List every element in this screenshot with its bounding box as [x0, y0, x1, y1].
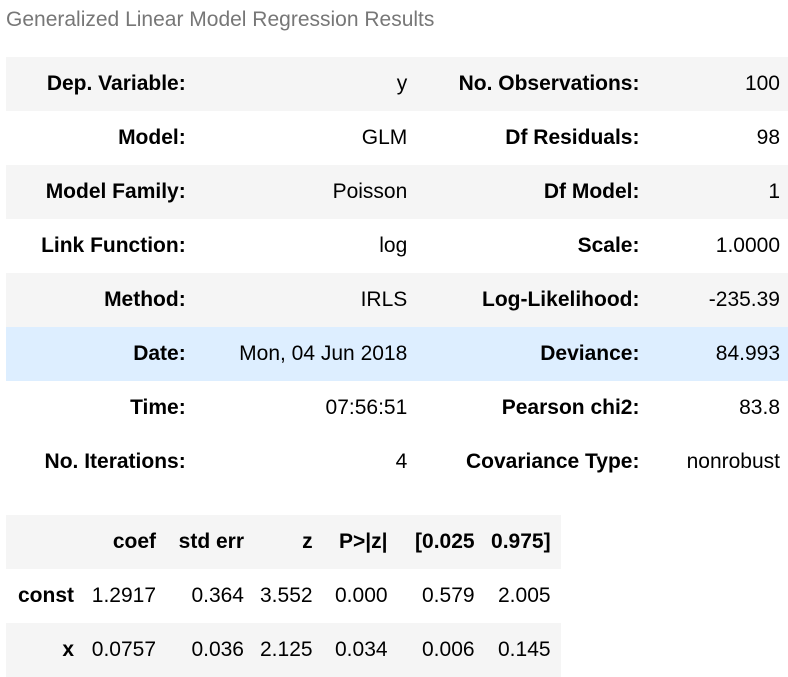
table-row: Model Family: Poisson Df Model: 1 [6, 165, 788, 219]
row-value: nonrobust [686, 450, 780, 473]
row-label: Method: [104, 288, 186, 311]
table-row-highlighted[interactable]: Date: Mon, 04 Jun 2018 Deviance: 84.993 [6, 327, 788, 381]
table-cell: 1.2917 [91, 584, 156, 607]
table-row: Link Function: log Scale: 1.0000 [6, 219, 788, 273]
row-value: IRLS [360, 288, 408, 311]
table-cell: 0.036 [191, 638, 244, 661]
row-label: No. Observations: [458, 72, 640, 95]
row-label: Time: [130, 396, 186, 419]
row-label: Deviance: [540, 342, 640, 365]
column-header: z [302, 530, 313, 553]
row-label: Covariance Type: [465, 450, 640, 473]
table-cell: 0.579 [422, 584, 475, 607]
table-row: Method: IRLS Log-Likelihood: -235.39 [6, 273, 788, 327]
row-label: Df Residuals: [505, 126, 640, 149]
row-label: Log-Likelihood: [482, 288, 640, 311]
row-label: Pearson chi2: [501, 396, 640, 419]
row-label: Date: [133, 342, 186, 365]
row-value: Mon, 04 Jun 2018 [239, 342, 408, 365]
table-header-row: coef std err z P>|z| [0.025 0.975] [6, 515, 561, 569]
row-value: 1.0000 [715, 234, 780, 257]
row-value: 4 [395, 450, 408, 473]
row-value: 100 [744, 72, 780, 95]
row-header: x [62, 638, 74, 661]
row-label: Dep. Variable: [46, 72, 186, 95]
column-header: std err [178, 530, 244, 553]
table-cell: 2.005 [498, 584, 551, 607]
row-header: const [17, 584, 74, 607]
row-value: log [379, 234, 408, 257]
table-row: const 1.2917 0.364 3.552 0.000 0.579 2.0… [6, 569, 561, 623]
table-cell: 3.552 [260, 584, 313, 607]
table-row: x 0.0757 0.036 2.125 0.034 0.006 0.145 [6, 623, 561, 677]
model-summary-table: Dep. Variable: y No. Observations: 100 M… [6, 57, 788, 489]
table-cell: 0.364 [191, 584, 244, 607]
table-cell: 0.034 [335, 638, 388, 661]
row-value: 1 [768, 180, 780, 203]
table-row: Model: GLM Df Residuals: 98 [6, 111, 788, 165]
row-value: 07:56:51 [325, 396, 408, 419]
row-value: -235.39 [708, 288, 780, 311]
table-cell: 0.006 [422, 638, 475, 661]
table-cell: 0.0757 [91, 638, 156, 661]
table-cell: 0.000 [335, 584, 388, 607]
column-header [6, 515, 84, 569]
row-value: 98 [756, 126, 780, 149]
row-value: GLM [361, 126, 408, 149]
row-value: y [396, 72, 408, 95]
column-header: coef [112, 530, 156, 553]
row-label: No. Iterations: [44, 450, 186, 473]
row-label: Scale: [577, 234, 640, 257]
column-header: [0.025 [415, 530, 475, 553]
column-header: P>|z| [339, 530, 388, 553]
row-label: Model Family: [45, 180, 186, 203]
row-value: 84.993 [715, 342, 780, 365]
row-value: Poisson [332, 180, 408, 203]
table-row: No. Iterations: 4 Covariance Type: nonro… [6, 435, 788, 489]
coefficients-table: coef std err z P>|z| [0.025 0.975] const… [6, 515, 561, 677]
table-caption: Generalized Linear Model Regression Resu… [6, 8, 435, 31]
row-label: Df Model: [543, 180, 640, 203]
row-label: Model: [118, 126, 186, 149]
row-label: Link Function: [41, 234, 186, 257]
row-value: 83.8 [739, 396, 780, 419]
table-cell: 0.145 [498, 638, 551, 661]
table-row: Dep. Variable: y No. Observations: 100 [6, 57, 788, 111]
table-row: Time: 07:56:51 Pearson chi2: 83.8 [6, 381, 788, 435]
table-cell: 2.125 [260, 638, 313, 661]
column-header: 0.975] [491, 530, 551, 553]
